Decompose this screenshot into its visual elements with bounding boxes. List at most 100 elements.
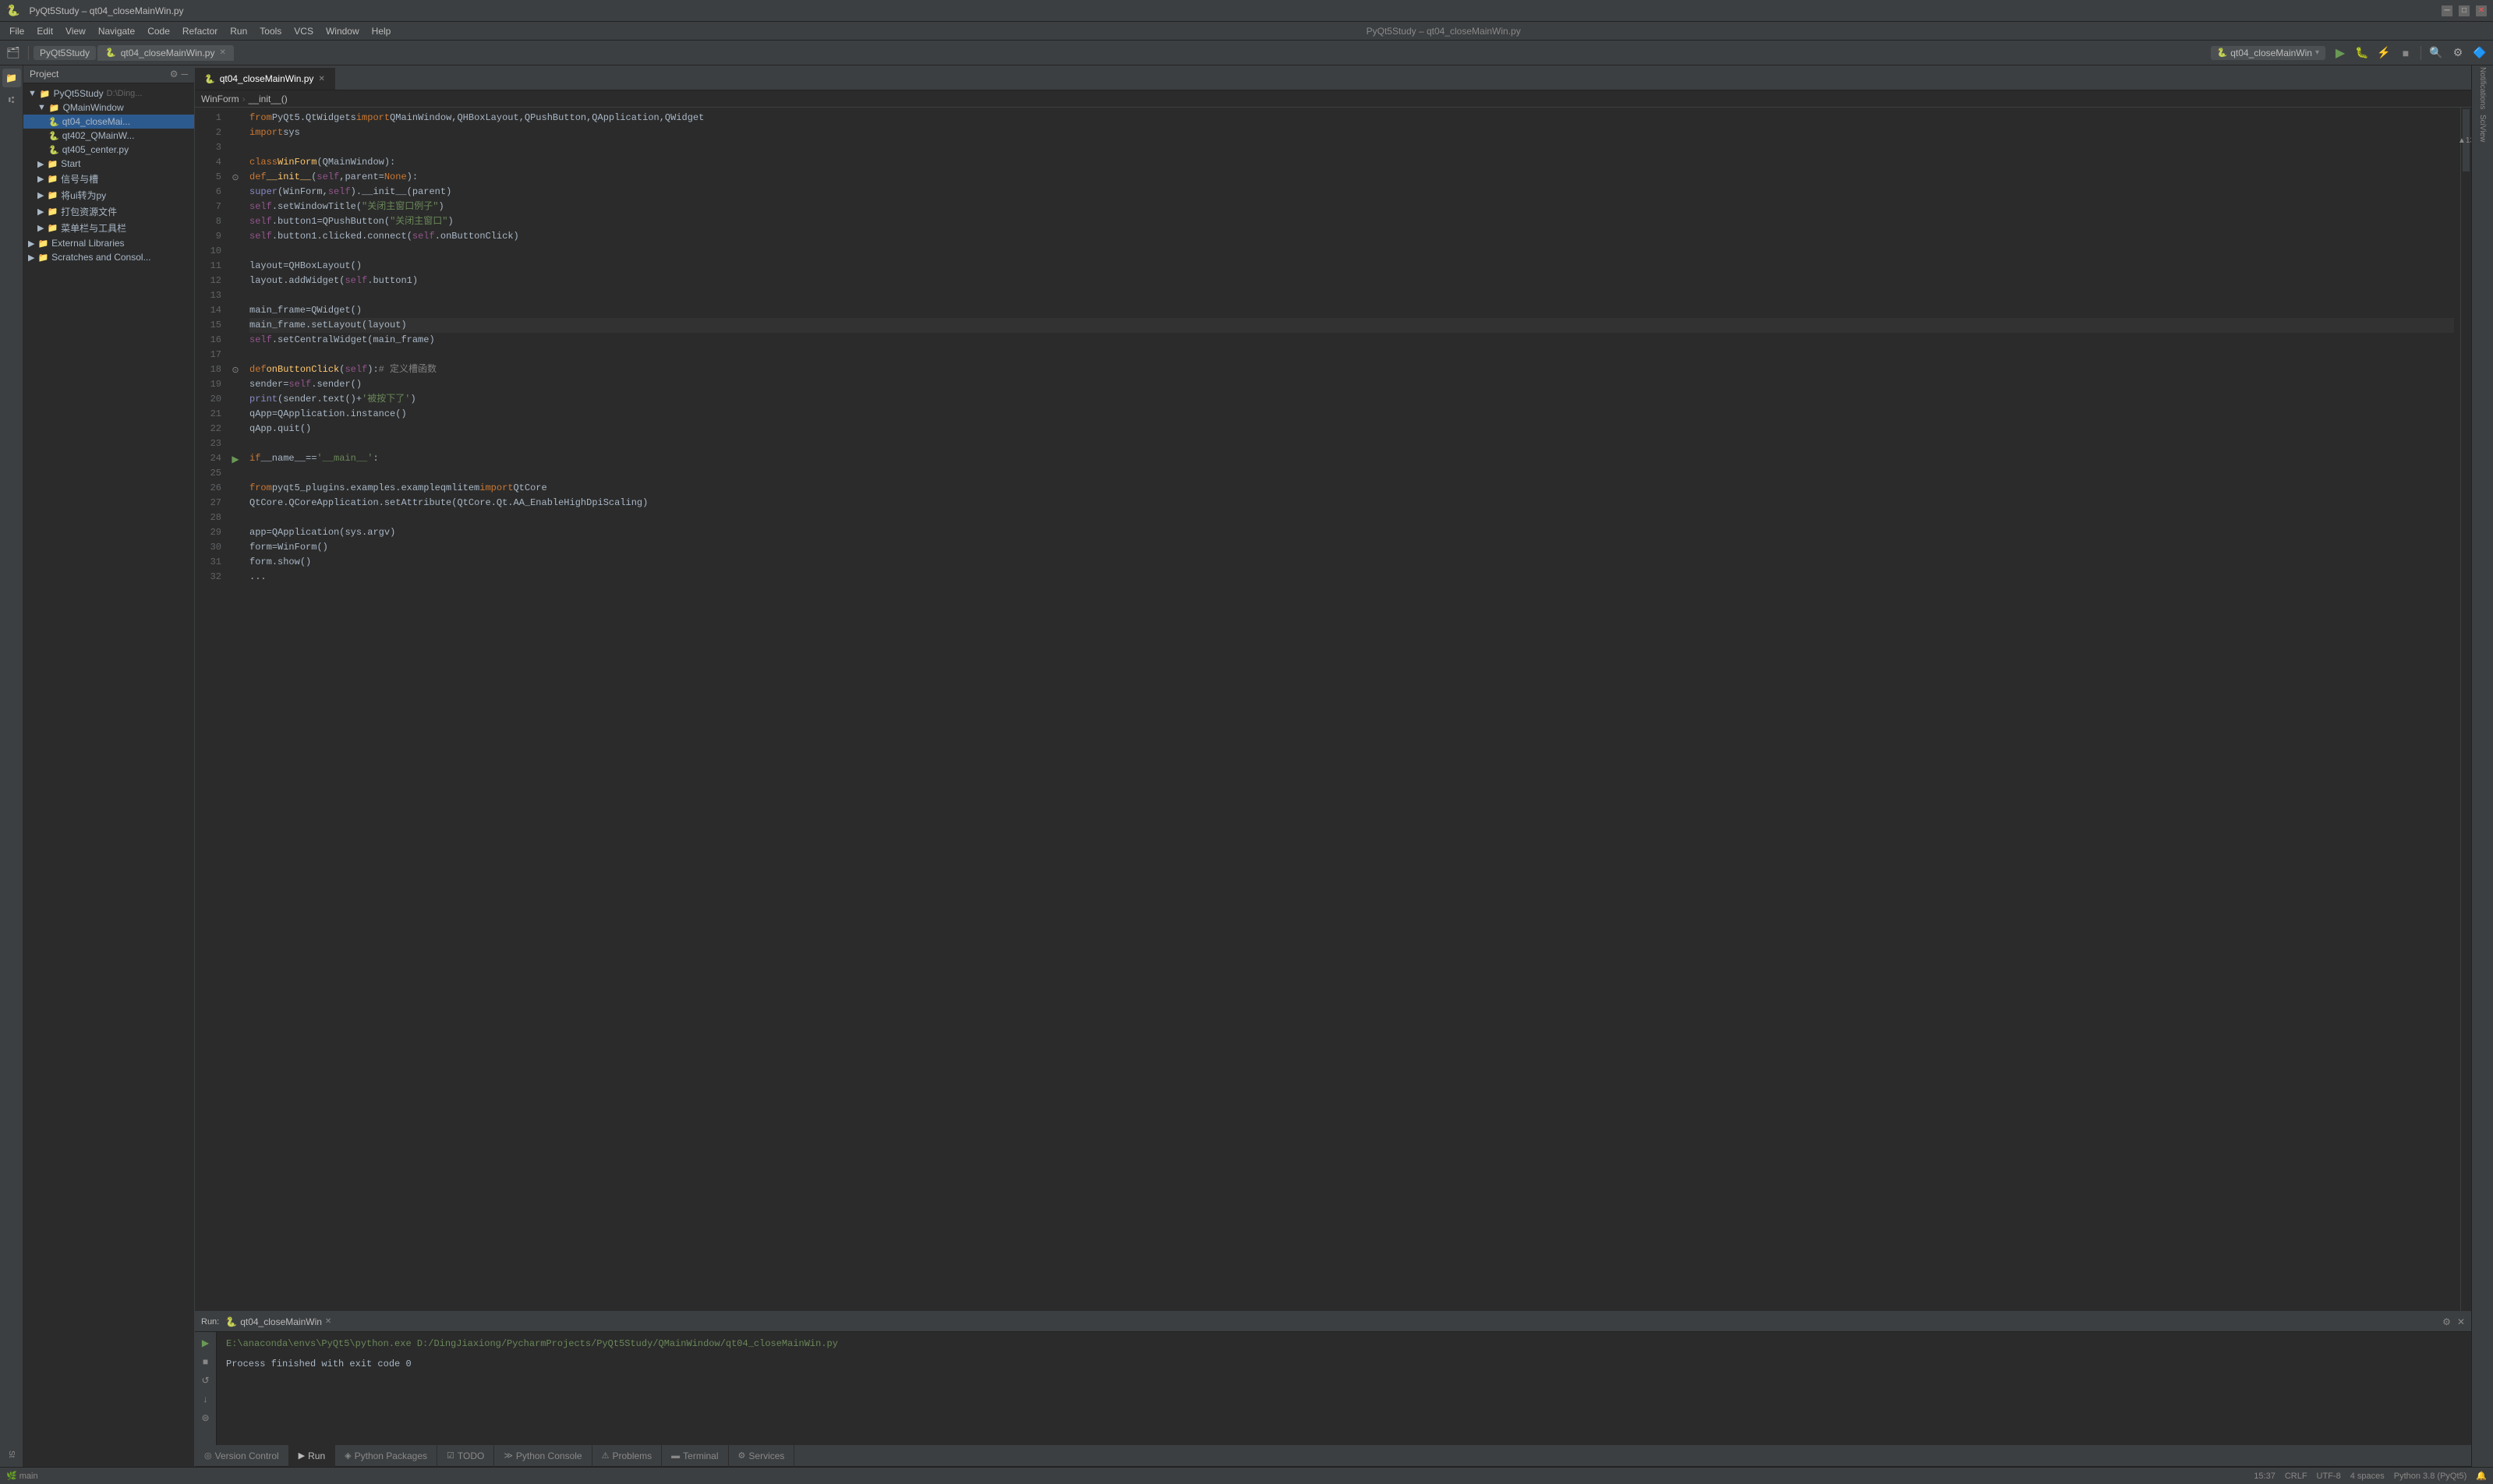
menu-window[interactable]: Window: [320, 24, 366, 38]
py-file-icon-2: 🐍: [48, 131, 59, 141]
run-play-btn[interactable]: ▶: [198, 1335, 214, 1351]
menu-navigate[interactable]: Navigate: [92, 24, 141, 38]
start-expand-icon: ▶: [37, 159, 44, 169]
editor-tab-main[interactable]: 🐍 qt04_closeMainWin.py ✕: [195, 68, 335, 90]
menu-run[interactable]: Run: [224, 24, 253, 38]
config-py-icon: 🐍: [2217, 48, 2228, 58]
code-content[interactable]: from PyQt5.QtWidgets import QMainWindow,…: [243, 108, 2460, 1311]
bottom-panel: Run: 🐍 qt04_closeMainWin ✕ ⚙ ✕ ▶ ■ ↺ ↓ ⊜: [195, 1311, 2471, 1467]
code-line-11: layout = QHBoxLayout(): [249, 259, 2454, 274]
code-line-15: main_frame.setLayout(layout): [249, 318, 2454, 333]
code-line-17: [249, 348, 2454, 362]
tab-version-control[interactable]: ◎ Version Control: [195, 1445, 289, 1467]
status-left: 🌿 main: [6, 1471, 38, 1481]
status-notifications[interactable]: 🔔: [2476, 1471, 2487, 1481]
stop-button[interactable]: ■: [2396, 43, 2416, 63]
tab-close-icon[interactable]: ✕: [219, 48, 225, 57]
signals-folder-icon: 📁: [47, 174, 58, 184]
tree-qmainwindow[interactable]: ▼ 📁 QMainWindow: [23, 101, 194, 115]
menu-vcs[interactable]: VCS: [288, 24, 320, 38]
tree-root[interactable]: ▼ 📁 PyQt5Study D:\Ding...: [23, 87, 194, 101]
minimize-button[interactable]: ─: [2442, 5, 2452, 16]
run-tab-close[interactable]: ✕: [325, 1317, 331, 1326]
tab-python-packages[interactable]: ◈ Python Packages: [335, 1445, 437, 1467]
tree-menu-label: 菜单栏与工具栏: [61, 221, 126, 235]
run-close-btn[interactable]: ✕: [2457, 1316, 2465, 1327]
code-line-32: ...: [249, 570, 2454, 585]
code-line-21: qApp = QApplication.instance(): [249, 407, 2454, 422]
tree-qt402[interactable]: 🐍 qt402_QMainW...: [23, 129, 194, 143]
tab-close-btn[interactable]: ✕: [318, 75, 324, 83]
run-settings-btn[interactable]: ⚙: [2442, 1316, 2451, 1327]
tree-uipy[interactable]: ▶ 📁 将ui转为py: [23, 187, 194, 203]
menu-edit[interactable]: Edit: [30, 24, 59, 38]
tree-start[interactable]: ▶ 📁 Start: [23, 157, 194, 171]
tree-resources[interactable]: ▶ 📁 打包资源文件: [23, 203, 194, 220]
tree-scratches[interactable]: ▶ 📁 Scratches and Consol...: [23, 250, 194, 264]
tab-services[interactable]: ⚙ Services: [729, 1445, 795, 1467]
folder-icon: 📁: [49, 103, 60, 113]
app-icon: 🐍: [6, 4, 19, 17]
menu-file[interactable]: File: [3, 24, 30, 38]
menu-tools[interactable]: Tools: [253, 24, 288, 38]
maximize-button[interactable]: □: [2459, 5, 2470, 16]
project-settings-icon[interactable]: ⚙: [170, 69, 179, 80]
status-python-version[interactable]: Python 3.8 (PyQt5): [2394, 1472, 2467, 1481]
run-button[interactable]: ▶: [2330, 43, 2350, 63]
tree-qt405[interactable]: 🐍 qt405_center.py: [23, 143, 194, 157]
run-label: Run:: [201, 1317, 219, 1327]
run-config-selector[interactable]: 🐍 qt04_closeMainWin ▾: [2211, 46, 2325, 60]
status-charset[interactable]: UTF-8: [2317, 1472, 2341, 1481]
services-icon: ⚙: [738, 1450, 746, 1461]
commit-icon[interactable]: ⑆: [2, 90, 21, 109]
code-line-25: [249, 466, 2454, 481]
status-indent[interactable]: 4 spaces: [2350, 1472, 2385, 1481]
tab-python-console[interactable]: ≫ Python Console: [494, 1445, 592, 1467]
tree-menu[interactable]: ▶ 📁 菜单栏与工具栏: [23, 220, 194, 236]
tab-terminal[interactable]: ▬ Terminal: [662, 1445, 728, 1467]
menu-code[interactable]: Code: [141, 24, 176, 38]
code-line-18: def onButtonClick(self): # 定义槽函数: [249, 362, 2454, 377]
run-panel: ▶ ■ ↺ ↓ ⊜ E:\anaconda\envs\PyQt5\python.…: [195, 1332, 2471, 1445]
project-name-label[interactable]: PyQt5Study: [34, 46, 96, 60]
breadcrumb-class[interactable]: WinForm: [201, 94, 239, 104]
tab-problems[interactable]: ⚠ Problems: [592, 1445, 663, 1467]
structure-icon[interactable]: St: [2, 1445, 21, 1464]
breadcrumb-method[interactable]: __init__(): [249, 94, 288, 104]
py-file-icon: 🐍: [48, 117, 59, 127]
menu-refactor[interactable]: Refactor: [176, 24, 224, 38]
run-stop-btn[interactable]: ■: [198, 1354, 214, 1369]
menu-help[interactable]: Help: [366, 24, 398, 38]
search-everywhere-button[interactable]: 🔍: [2426, 43, 2446, 63]
run-scroll-btn[interactable]: ↓: [198, 1391, 214, 1407]
problems-icon: ⚠: [602, 1450, 610, 1461]
status-line-col[interactable]: 15:37: [2254, 1472, 2276, 1481]
code-line-29: app = QApplication(sys.argv): [249, 525, 2454, 540]
sciview-panel[interactable]: SciView: [2474, 109, 2492, 148]
toolbar-sep-1: [28, 46, 29, 60]
notifications-panel[interactable]: Notifications: [2474, 69, 2492, 108]
settings-button[interactable]: ⚙: [2448, 43, 2468, 63]
project-folder-icon: 📁: [40, 89, 51, 99]
run-filter-btn[interactable]: ⊜: [198, 1410, 214, 1426]
more-button[interactable]: 🔷: [2470, 43, 2490, 63]
run-tab-label-2: Run: [308, 1450, 325, 1461]
run-header-tab[interactable]: 🐍 qt04_closeMainWin ✕: [225, 1316, 331, 1327]
editor-tab-toolbar[interactable]: 🐍 qt04_closeMainWin.py ✕: [97, 45, 234, 61]
run-with-coverage-button[interactable]: ⚡: [2374, 43, 2394, 63]
run-rerun-btn[interactable]: ↺: [198, 1373, 214, 1388]
tree-ext-libs[interactable]: ▶ 📁 External Libraries: [23, 236, 194, 250]
tab-todo[interactable]: ☑ TODO: [437, 1445, 494, 1467]
status-encoding[interactable]: CRLF: [2285, 1472, 2307, 1481]
git-branch[interactable]: 🌿 main: [6, 1471, 38, 1481]
status-right: 15:37 CRLF UTF-8 4 spaces Python 3.8 (Py…: [2254, 1471, 2487, 1481]
close-button[interactable]: ✕: [2476, 5, 2487, 16]
project-icon[interactable]: 📁: [2, 69, 21, 87]
debug-button[interactable]: 🐛: [2352, 43, 2372, 63]
menu-view[interactable]: View: [59, 24, 92, 38]
tree-signals[interactable]: ▶ 📁 信号与槽: [23, 171, 194, 187]
project-collapse-icon[interactable]: ─: [181, 69, 188, 80]
toolbar-project-icon[interactable]: 🗂: [3, 43, 23, 63]
tree-qt04[interactable]: 🐍 qt04_closeMai...: [23, 115, 194, 129]
tab-run[interactable]: ▶ Run: [289, 1445, 335, 1467]
